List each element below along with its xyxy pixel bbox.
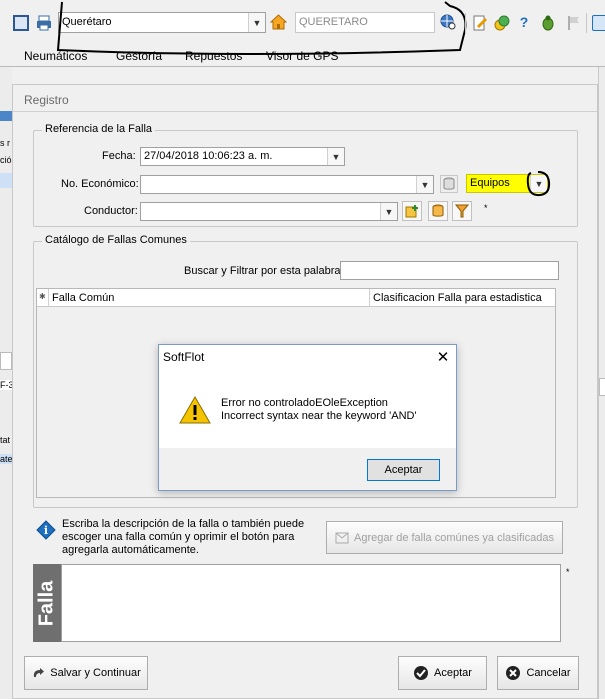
database-search-button[interactable] [428,201,448,221]
column-header-falla[interactable]: Falla Común [52,292,114,304]
money-icon[interactable] [494,15,510,31]
info-icon: i [36,520,56,540]
error-ok-button[interactable]: Aceptar [367,459,440,481]
cancel-button[interactable]: Cancelar [497,656,579,690]
search-filter-input[interactable] [340,261,559,280]
funnel-icon [455,204,469,218]
title-separator [13,111,597,112]
menu-item-gestoria[interactable]: Gestoría [116,49,162,63]
chevron-down-icon[interactable]: ▼ [416,176,433,193]
chevron-down-icon[interactable]: ▼ [327,148,344,165]
cancel-label: Cancelar [526,667,571,679]
edit-document-icon[interactable] [472,15,488,31]
left-strip-field [0,352,12,370]
right-strip-field [599,378,605,396]
left-strip-text: tat [0,435,11,445]
help-icon[interactable]: ? [516,14,532,30]
fecha-value: 27/04/2018 10:06:23 a. m. [144,150,273,162]
svg-text:i: i [44,524,48,537]
cancel-circle-icon [506,666,521,680]
falla-side-tab: Falla [33,564,61,642]
add-common-falla-button[interactable]: Agregar de falla comúnes ya clasificadas [326,521,563,554]
grid-header: ✱ Falla Común Clasificacion Falla para e… [37,289,555,307]
catalog-group-title: Catálogo de Fallas Comunes [42,234,190,246]
equipos-value: Equipos [470,177,510,189]
required-mark: * [484,203,488,213]
menu-separator-line [0,66,605,67]
warning-icon [179,395,211,425]
selected-row [0,173,12,188]
add-conductor-button[interactable] [402,201,422,221]
window-icon[interactable] [13,15,29,31]
info-text: Escriba la descripción de la falla o tam… [62,518,305,556]
blue-row-marker [0,111,12,121]
error-line-1: Error no controladoEOleException [221,397,388,409]
separator [586,13,587,33]
filter-button[interactable] [452,201,472,221]
add-common-falla-label: Agregar de falla comúnes ya clasificadas [354,531,554,544]
fecha-label: Fecha: [102,150,136,162]
background-panel-left: s r ció F-3 tat ate [0,67,14,699]
column-header-clasificacion[interactable]: Clasificacion Falla para estadistica [373,292,542,304]
error-line-2: Incorrect syntax near the keyword 'AND' [221,410,417,422]
check-circle-icon [414,666,429,680]
separator [465,13,466,33]
top-toolbar: Querétaro ▼ QUERETARO ? [0,0,605,55]
flag-icon[interactable] [566,15,582,31]
falla-description-textarea[interactable] [61,564,561,642]
envelope-icon [335,532,349,543]
close-icon[interactable]: ✕ [429,346,457,368]
bug-icon[interactable] [540,15,556,31]
accept-button[interactable]: Aceptar [398,656,487,690]
error-message-box: SoftFlot ✕ Error no controladoEOleExcept… [158,344,457,491]
menu-item-neumaticos[interactable]: Neumáticos [24,49,87,63]
save-continue-button[interactable]: Salvar y Continuar [24,656,148,690]
accept-label: Aceptar [434,667,472,679]
falla-side-label: Falla [35,580,58,626]
redo-arrow-icon [34,668,45,677]
save-continue-label: Salvar y Continuar [50,667,141,679]
left-strip-text: ció [0,155,12,165]
annotation-circle [526,171,551,197]
background-panel-right [598,67,605,699]
search-filter-label: Buscar y Filtrar por esta palabra: [184,265,344,277]
error-box-footer: Aceptar [159,448,456,490]
left-strip-text: s r [0,138,10,148]
falla-required-mark: * [566,567,570,577]
col-divider [369,289,370,307]
left-strip-text: ate [0,454,13,464]
menu-item-repuestos[interactable]: Repuestos [185,49,242,63]
menu-item-visor-gps[interactable]: Visor de GPS [266,49,338,63]
menu-bar: Neumáticos Gestoría Repuestos Visor de G… [0,46,605,66]
fecha-picker[interactable]: 27/04/2018 10:06:23 a. m. ▼ [140,147,345,166]
database-icon[interactable] [440,175,458,193]
grid-header-marker: ✱ [39,292,46,301]
col-divider [48,289,49,307]
conductor-label: Conductor: [84,205,138,217]
error-ok-label: Aceptar [384,464,423,476]
economico-combo[interactable]: ▼ [140,175,434,194]
dialog-title: Registro [24,93,69,107]
chat-icon[interactable] [592,15,605,31]
chevron-down-icon[interactable]: ▼ [380,203,397,220]
economico-label: No. Económico: [61,178,139,190]
error-box-title: SoftFlot [163,350,205,364]
conductor-combo[interactable]: ▼ [140,202,398,221]
reference-group-title: Referencia de la Falla [42,123,156,135]
